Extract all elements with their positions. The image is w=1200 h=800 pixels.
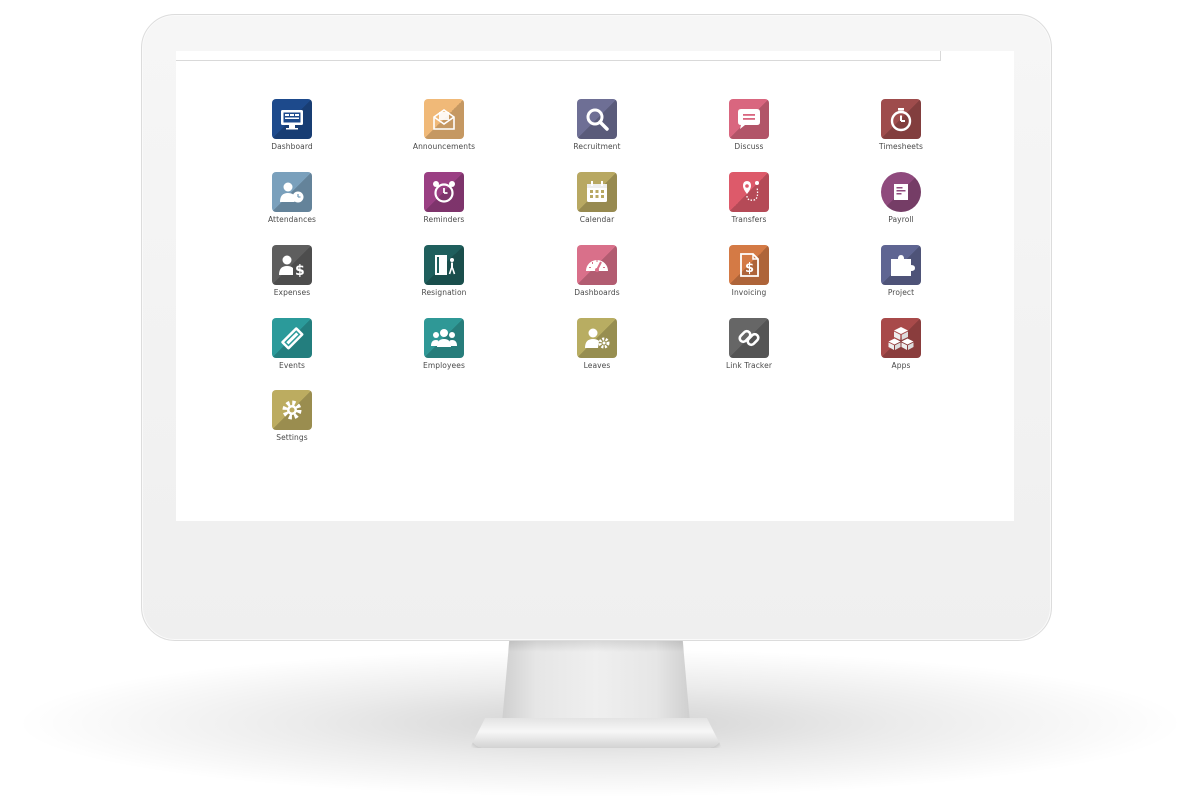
app-label: Recruitment [573, 142, 621, 151]
app-label: Leaves [583, 361, 611, 370]
invoice-icon: $ [729, 245, 769, 285]
app-settings[interactable]: Settings [232, 390, 352, 452]
app-label: Discuss [734, 142, 764, 151]
payroll-icon [881, 172, 921, 212]
app-label: Invoicing [731, 288, 767, 297]
exit-door-icon [424, 245, 464, 285]
user-clock-icon [272, 172, 312, 212]
app-label: Announcements [412, 142, 476, 151]
monitor-mockup: Dashboard Announcements Recruitment Discuss… [0, 0, 1200, 800]
app-events[interactable]: Events [232, 318, 352, 380]
ticket-icon [272, 318, 312, 358]
app-transfers[interactable]: Transfers [689, 172, 809, 234]
user-gear-icon [577, 318, 617, 358]
gauge-icon [577, 245, 617, 285]
calendar-icon [577, 172, 617, 212]
app-attendances[interactable]: Attendances [232, 172, 352, 234]
app-label: Events [279, 361, 305, 370]
app-dashboards[interactable]: Dashboards [537, 245, 657, 307]
svg-text:$: $ [295, 263, 305, 279]
app-announcements[interactable]: Announcements [384, 99, 504, 161]
cubes-icon [881, 318, 921, 358]
app-label: Settings [276, 433, 308, 442]
alarm-clock-icon [424, 172, 464, 212]
stopwatch-icon [881, 99, 921, 139]
app-calendar[interactable]: Calendar [537, 172, 657, 234]
app-label: Expenses [273, 288, 311, 297]
top-bar [176, 51, 941, 61]
app-label: Timesheets [878, 142, 924, 151]
app-invoicing[interactable]: $ Invoicing [689, 245, 809, 307]
monitor-icon [272, 99, 312, 139]
app-label: Dashboards [574, 288, 620, 297]
svg-text:$: $ [745, 261, 754, 276]
app-label: Apps [891, 361, 911, 370]
map-route-icon [729, 172, 769, 212]
app-label: Employees [423, 361, 465, 370]
gear-icon [272, 390, 312, 430]
app-dashboard[interactable]: Dashboard [232, 99, 352, 161]
app-label: Project [887, 288, 915, 297]
app-resignation[interactable]: Resignation [384, 245, 504, 307]
app-timesheets[interactable]: Timesheets [841, 99, 961, 161]
search-icon [577, 99, 617, 139]
chat-icon [729, 99, 769, 139]
app-label: Link Tracker [726, 361, 772, 370]
app-recruitment[interactable]: Recruitment [537, 99, 657, 161]
users-icon [424, 318, 464, 358]
app-employees[interactable]: Employees [384, 318, 504, 380]
app-apps[interactable]: Apps [841, 318, 961, 380]
app-payroll[interactable]: Payroll [841, 172, 961, 234]
app-label: Resignation [421, 288, 467, 297]
app-label: Transfers [731, 215, 767, 224]
app-label: Reminders [423, 215, 465, 224]
app-label: Calendar [579, 215, 615, 224]
app-expenses[interactable]: $ Expenses [232, 245, 352, 307]
app-leaves[interactable]: Leaves [537, 318, 657, 380]
app-link-tracker[interactable]: Link Tracker [689, 318, 809, 380]
user-dollar-icon: $ [272, 245, 312, 285]
app-screen: Dashboard Announcements Recruitment Discuss… [176, 51, 1014, 521]
envelope-icon [424, 99, 464, 139]
monitor-base [470, 718, 722, 748]
app-discuss[interactable]: Discuss [689, 99, 809, 161]
link-icon [729, 318, 769, 358]
puzzle-icon [881, 245, 921, 285]
app-project[interactable]: Project [841, 245, 961, 307]
app-label: Dashboard [271, 142, 313, 151]
app-label: Payroll [888, 215, 914, 224]
app-label: Attendances [267, 215, 317, 224]
app-reminders[interactable]: Reminders [384, 172, 504, 234]
